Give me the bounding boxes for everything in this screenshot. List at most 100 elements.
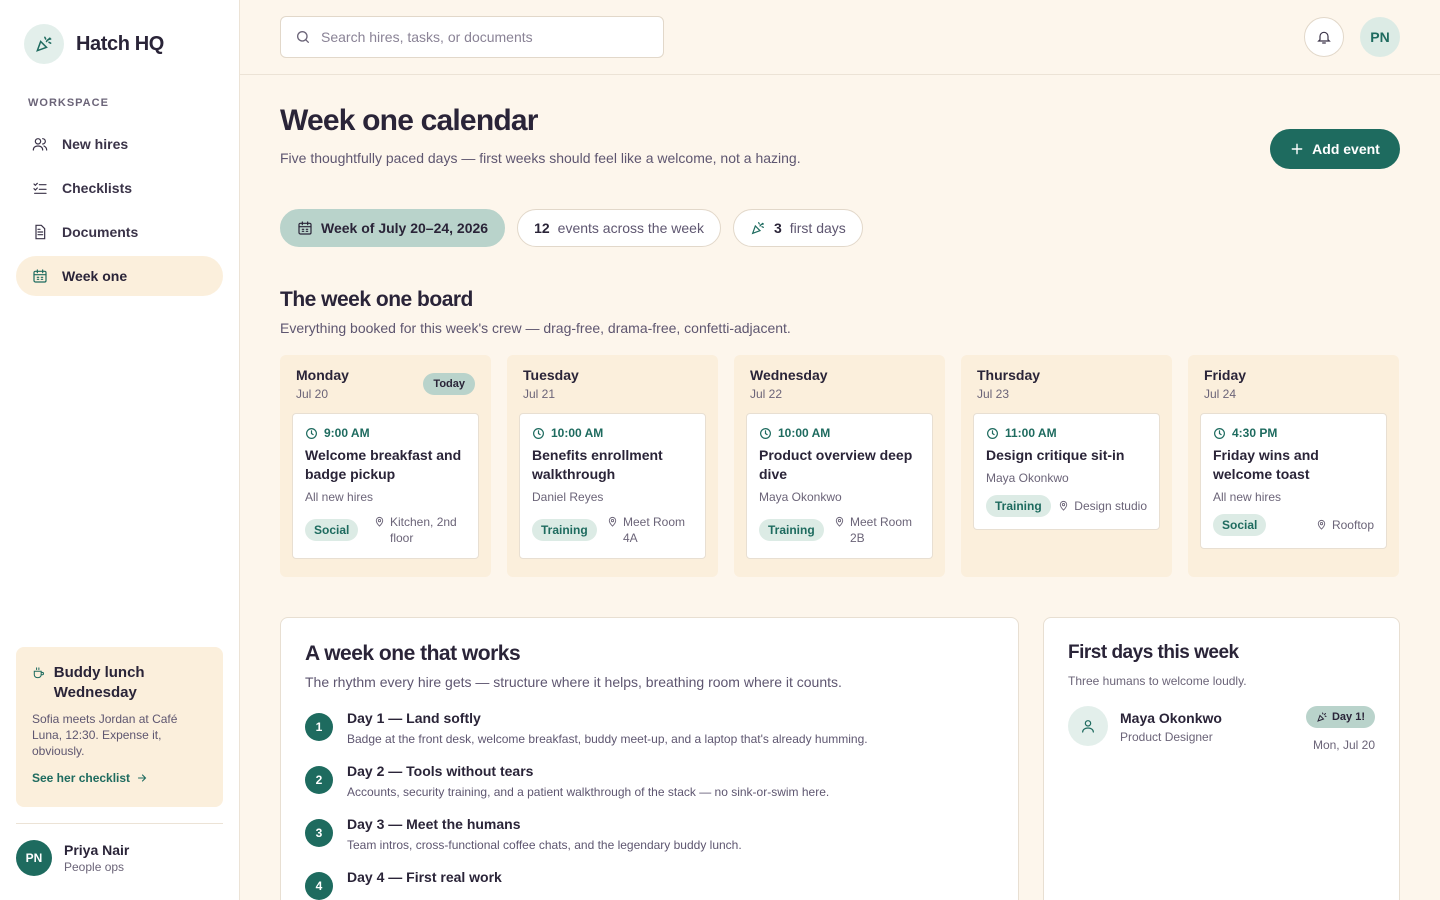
step-number: 1 <box>305 713 333 741</box>
step-title: Day 1 — Land softly <box>347 710 481 726</box>
event-owner: All new hires <box>305 490 374 504</box>
sidebar-item-week-one[interactable]: Week one <box>16 256 223 296</box>
rhythm-steps: 1 Day 1 — Land softly Badge at the front… <box>305 710 994 900</box>
promo-title: Buddy lunch Wednesday <box>53 664 145 701</box>
event-location: Meet Room 2B <box>834 514 920 546</box>
page-subtitle: Five thoughtfully paced days — first wee… <box>280 150 801 166</box>
event-time-label: 10:00 AM <box>551 426 604 440</box>
event-title: Benefits enrollment walkthrough <box>532 447 663 482</box>
week-chip[interactable]: Week of July 20–24, 2026 <box>280 209 506 247</box>
day-column-tuesday: Tuesday Jul 21 10:00 AM Benefits enrollm… <box>507 355 718 577</box>
event-location-label: Kitchen, 2nd floor <box>390 515 457 545</box>
list-item: 3 Day 3 — Meet the humans Team intros, c… <box>305 816 994 852</box>
event-title: Design critique sit-in <box>986 447 1125 463</box>
party-popper-icon <box>24 24 64 64</box>
day-one-badge: Day 1! <box>1305 706 1375 728</box>
event-title: Welcome breakfast and badge pickup <box>305 447 462 482</box>
first-days-panel: First days this week Three humans to wel… <box>1043 617 1400 900</box>
sidebar-item-new-hires[interactable]: New hires <box>16 124 223 164</box>
workspace-label: WORKSPACE <box>28 97 109 109</box>
event-time: 4:30 PM <box>1213 426 1374 440</box>
step-number: 2 <box>305 766 333 794</box>
day-date: Jul 21 <box>523 387 556 401</box>
sidebar-item-label: New hires <box>62 136 129 152</box>
search-icon <box>297 31 309 43</box>
party-popper-icon <box>751 222 764 235</box>
see-checklist-link[interactable]: See her checklist <box>32 771 207 785</box>
event-title: Friday wins and welcome toast <box>1213 447 1319 482</box>
event-title: Product overview deep dive <box>759 447 913 482</box>
event-location-label: Meet Room 4A <box>623 515 686 545</box>
event-location-label: Rooftop <box>1331 518 1374 532</box>
board-subtitle: Everything booked for this week's crew —… <box>280 320 791 336</box>
panel-title: A week one that works <box>305 642 521 665</box>
event-tag: Training <box>759 519 824 541</box>
list-item: 2 Day 2 — Tools without tears Accounts, … <box>305 763 994 799</box>
search-input[interactable] <box>321 29 651 45</box>
event-location: Design studio <box>1058 498 1147 514</box>
step-title: Day 2 — Tools without tears <box>347 763 534 779</box>
sidebar-nav: New hires Checklists Documents Week one <box>16 124 223 300</box>
event-time: 11:00 AM <box>986 426 1147 440</box>
clock-icon <box>987 427 998 439</box>
events-count: 12 <box>534 220 550 236</box>
day-column-thursday: Thursday Jul 23 11:00 AM Design critique… <box>961 355 1172 577</box>
map-pin-icon <box>375 516 384 527</box>
day-column-wednesday: Wednesday Jul 22 10:00 AM Product overvi… <box>734 355 945 577</box>
event-card[interactable]: 11:00 AM Design critique sit-in Maya Oko… <box>973 413 1160 530</box>
avatar: PN <box>16 840 52 876</box>
sidebar-item-label: Documents <box>62 224 139 240</box>
hire-role: Product Designer <box>1120 730 1213 744</box>
event-card[interactable]: 10:00 AM Benefits enrollment walkthrough… <box>519 413 706 559</box>
arrow-right-icon <box>138 774 147 782</box>
event-time-label: 11:00 AM <box>1005 426 1057 440</box>
clock-icon <box>306 427 317 439</box>
brand[interactable]: Hatch HQ <box>24 24 164 64</box>
add-event-button[interactable]: Add event <box>1270 129 1400 169</box>
day-one-label: Day 1! <box>1331 711 1365 723</box>
panel-title: First days this week <box>1068 642 1239 663</box>
day-date: Jul 24 <box>1204 387 1237 401</box>
sidebar-item-label: Week one <box>62 268 128 284</box>
sidebar-item-checklists[interactable]: Checklists <box>16 168 223 208</box>
search-box[interactable] <box>280 16 664 58</box>
events-count-chip: 12 events across the week <box>517 209 721 247</box>
step-description: Badge at the front desk, welcome breakfa… <box>347 732 868 746</box>
sidebar-divider <box>16 823 223 824</box>
event-tag: Training <box>986 495 1051 517</box>
document-icon <box>35 224 46 240</box>
week-board: Monday Jul 20 Today 9:00 AM Welcome brea… <box>280 355 1399 577</box>
hire-name: Maya Okonkwo <box>1120 710 1222 726</box>
event-time: 10:00 AM <box>759 426 920 440</box>
hire-row[interactable]: Maya Okonkwo Product Designer Day 1! Mon… <box>1068 706 1375 752</box>
event-time-label: 9:00 AM <box>324 426 370 440</box>
day-name: Wednesday <box>750 367 828 383</box>
event-card[interactable]: 9:00 AM Welcome breakfast and badge pick… <box>292 413 479 559</box>
event-tag: Social <box>1213 514 1267 536</box>
party-popper-icon <box>1317 712 1327 722</box>
event-card[interactable]: 10:00 AM Product overview deep dive Maya… <box>746 413 933 559</box>
events-label: events across the week <box>557 220 704 236</box>
event-owner: Daniel Reyes <box>532 490 604 504</box>
notifications-button[interactable] <box>1304 17 1344 57</box>
map-pin-icon <box>608 516 617 527</box>
event-location: Rooftop <box>1316 517 1374 533</box>
day-date: Jul 23 <box>977 387 1010 401</box>
event-location-label: Design studio <box>1074 499 1147 513</box>
bell-icon <box>1317 31 1331 44</box>
sidebar-item-label: Checklists <box>62 180 133 196</box>
event-card[interactable]: 4:30 PM Friday wins and welcome toast Al… <box>1200 413 1387 549</box>
user-name: Priya Nair <box>64 842 130 858</box>
users-icon <box>32 138 48 151</box>
list-item: 1 Day 1 — Land softly Badge at the front… <box>305 710 994 746</box>
event-owner: All new hires <box>1213 490 1282 504</box>
hire-start-date: Mon, Jul 20 <box>1312 738 1375 752</box>
sidebar-item-documents[interactable]: Documents <box>16 212 223 252</box>
day-column-monday: Monday Jul 20 Today 9:00 AM Welcome brea… <box>280 355 491 577</box>
step-description: Accounts, security training, and a patie… <box>347 785 830 799</box>
avatar[interactable]: PN <box>1360 17 1400 57</box>
calendar-icon <box>33 269 47 283</box>
current-user[interactable]: PN Priya Nair People ops <box>16 840 129 876</box>
day-date: Jul 22 <box>750 387 783 401</box>
coffee-cup-icon <box>33 667 44 679</box>
